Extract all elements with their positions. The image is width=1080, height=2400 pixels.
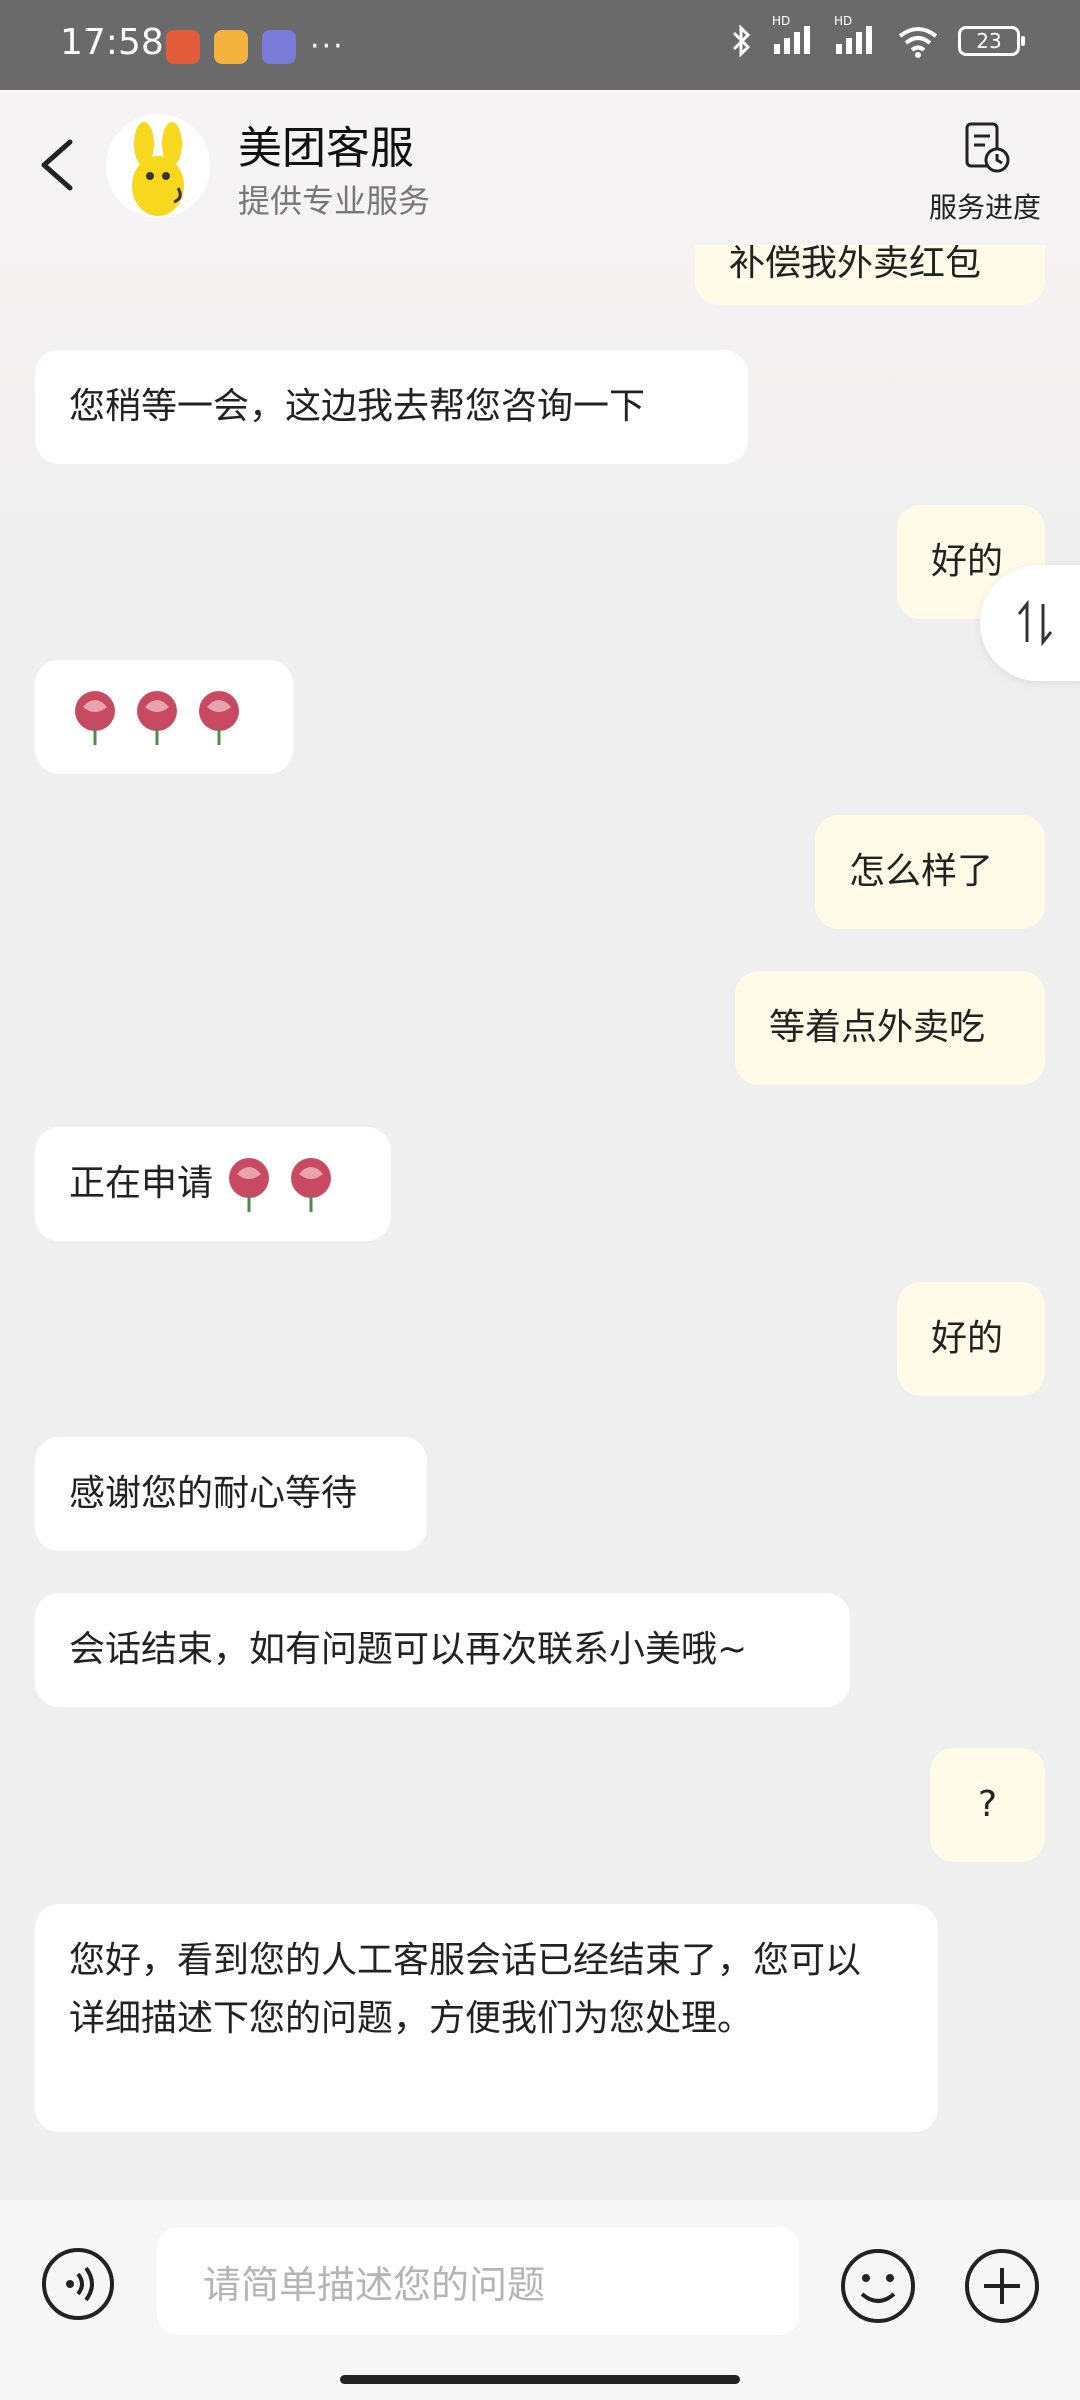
message-text: 等着点外卖吃 bbox=[769, 1007, 986, 1048]
message-text: 好的 bbox=[931, 1318, 1004, 1359]
rose-emoji-icon bbox=[75, 691, 115, 745]
back-icon bbox=[41, 139, 73, 191]
message-text: 补偿我外卖红包 bbox=[729, 245, 982, 284]
page-subtitle: 提供专业服务 bbox=[238, 182, 431, 220]
scroll-toggle-icon bbox=[1017, 599, 1053, 647]
bluetooth-icon bbox=[732, 24, 751, 58]
message-bubble-user[interactable]: ? bbox=[930, 1748, 1045, 1862]
rose-emoji-icon bbox=[229, 1158, 270, 1212]
kangaroo-mascot-icon bbox=[106, 114, 210, 218]
input-bar: 请简单描述您的问题 bbox=[0, 2200, 1080, 2400]
message-input[interactable]: 请简单描述您的问题 bbox=[157, 2227, 799, 2335]
message-text: 感谢您的耐心等待 bbox=[69, 1473, 358, 1514]
emoji-icon bbox=[841, 2249, 915, 2323]
home-indicator[interactable] bbox=[340, 2375, 740, 2384]
message-bubble-agent[interactable]: 您好，看到您的人工客服会话已经结束了，您可以详细描述下您的问题，方便我们为您处理… bbox=[35, 1904, 938, 2132]
message-bubble-agent[interactable]: 感谢您的耐心等待 bbox=[35, 1437, 427, 1551]
rose-emoji-icon bbox=[199, 691, 239, 745]
message-bubble-agent[interactable]: 您稍等一会，这边我去帮您咨询一下 bbox=[35, 350, 748, 464]
message-bubble-user[interactable]: 好的 bbox=[897, 1282, 1045, 1396]
more-notifications-icon: ··· bbox=[310, 29, 345, 64]
voice-icon bbox=[42, 2248, 114, 2320]
message-text: ? bbox=[977, 1784, 998, 1825]
message-bubble-user[interactable]: 等着点外卖吃 bbox=[735, 971, 1045, 1085]
app-notification-icon bbox=[214, 30, 248, 64]
service-progress-label: 服务进度 bbox=[928, 191, 1041, 224]
rose-emoji-icon bbox=[291, 1158, 332, 1212]
chat-header: 美团客服 提供专业服务 服务进度 bbox=[0, 90, 1080, 245]
message-text: 您稍等一会，这边我去帮您咨询一下 bbox=[69, 386, 646, 427]
status-right: HD HD 23 bbox=[730, 14, 1025, 60]
message-bubble-agent[interactable]: 正在申请 bbox=[35, 1127, 391, 1241]
service-progress-button[interactable]: 服务进度 bbox=[920, 120, 1050, 226]
message-text: 好的 bbox=[931, 541, 1004, 582]
plus-icon bbox=[965, 2249, 1039, 2323]
status-app-icons: ··· bbox=[166, 30, 345, 64]
signal-icon: HD bbox=[772, 14, 816, 60]
emoji-button[interactable] bbox=[838, 2246, 918, 2326]
wifi-icon bbox=[898, 27, 938, 58]
message-bubble-user[interactable]: 怎么样了 bbox=[815, 815, 1045, 929]
avatar[interactable] bbox=[106, 114, 210, 218]
message-input-placeholder: 请简单描述您的问题 bbox=[203, 2262, 546, 2307]
battery-indicator: 23 bbox=[958, 26, 1025, 56]
scroll-toggle-button[interactable] bbox=[980, 565, 1080, 681]
message-text: 会话结束，如有问题可以再次联系小美哦~ bbox=[69, 1629, 748, 1670]
message-bubble-agent[interactable] bbox=[35, 660, 293, 774]
message-text: 正在申请 bbox=[69, 1163, 214, 1204]
add-button[interactable] bbox=[962, 2246, 1042, 2326]
page-title: 美团客服 bbox=[238, 123, 414, 174]
status-bar: 17:58 ··· HD HD 23 bbox=[0, 0, 1080, 90]
voice-button[interactable] bbox=[40, 2246, 116, 2322]
status-time: 17:58 bbox=[60, 22, 164, 63]
rose-emoji-icon bbox=[137, 691, 177, 745]
chat-area[interactable]: 补偿我外卖红包 您稍等一会，这边我去帮您咨询一下 好的 怎么样了 等着点外卖吃 … bbox=[0, 245, 1080, 2200]
app-notification-icon bbox=[166, 30, 200, 64]
signal-icon-2: HD bbox=[834, 14, 878, 60]
message-bubble-user[interactable]: 补偿我外卖红包 bbox=[695, 245, 1045, 305]
message-text: 您好，看到您的人工客服会话已经结束了，您可以详细描述下您的问题，方便我们为您处理… bbox=[69, 1940, 862, 2039]
message-text: 怎么样了 bbox=[849, 851, 994, 892]
message-bubble-agent[interactable]: 会话结束，如有问题可以再次联系小美哦~ bbox=[35, 1593, 850, 1707]
service-progress-icon bbox=[965, 122, 1010, 173]
back-button[interactable] bbox=[28, 130, 88, 200]
app-notification-icon bbox=[262, 30, 296, 64]
